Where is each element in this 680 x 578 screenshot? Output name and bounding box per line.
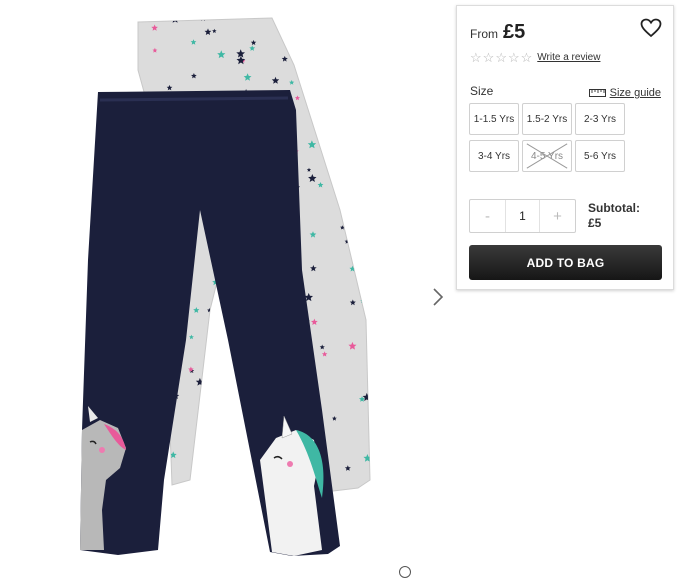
- size-option-2-3[interactable]: 2-3 Yrs: [575, 103, 625, 135]
- size-options: 1-1.5 Yrs 1.5-2 Yrs 2-3 Yrs 3-4 Yrs 4-5 …: [469, 103, 625, 172]
- chevron-right-icon[interactable]: [428, 286, 448, 308]
- star-outline-icon: ☆: [507, 50, 520, 65]
- size-option-1.5-2[interactable]: 1.5-2 Yrs: [522, 103, 572, 135]
- price-prefix: From: [470, 27, 498, 41]
- subtotal-value: £5: [588, 216, 602, 230]
- quantity-increase-button[interactable]: +: [540, 200, 575, 232]
- write-review-link[interactable]: Write a review: [537, 52, 600, 63]
- add-to-bag-button[interactable]: ADD TO BAG: [469, 245, 662, 280]
- quantity-stepper: - 1 +: [469, 199, 576, 233]
- star-rating: ☆ ☆ ☆ ☆ ☆: [470, 51, 532, 64]
- rating-row: ☆ ☆ ☆ ☆ ☆ Write a review: [470, 51, 600, 64]
- size-option-1-1.5[interactable]: 1-1.5 Yrs: [469, 103, 519, 135]
- size-label: Size: [470, 84, 494, 98]
- unavailable-cross-icon: [526, 143, 568, 169]
- quantity-value[interactable]: 1: [505, 200, 540, 232]
- size-option-4-5-unavailable[interactable]: 4-5 Yrs: [522, 140, 572, 172]
- subtotal: Subtotal: £5: [588, 201, 640, 231]
- heart-icon[interactable]: [640, 18, 662, 38]
- size-guide-label: Size guide: [609, 87, 661, 99]
- size-option-5-6[interactable]: 5-6 Yrs: [575, 140, 625, 172]
- quantity-decrease-button[interactable]: -: [470, 200, 505, 232]
- subtotal-label: Subtotal:: [588, 201, 640, 215]
- star-outline-icon: ☆: [495, 50, 507, 65]
- carousel-indicator[interactable]: [399, 566, 411, 578]
- purchase-panel: From £5 ☆ ☆ ☆ ☆ ☆ Write a review Size Si…: [456, 5, 674, 290]
- product-image: [60, 10, 380, 560]
- price: £5: [503, 21, 526, 43]
- price-row: From £5: [470, 21, 525, 44]
- ruler-icon: [588, 89, 606, 97]
- size-option-3-4[interactable]: 3-4 Yrs: [469, 140, 519, 172]
- size-guide-link[interactable]: Size guide: [588, 87, 661, 99]
- star-outline-icon: ☆: [520, 50, 533, 65]
- star-outline-icon: ☆: [470, 50, 482, 65]
- star-outline-icon: ☆: [482, 50, 495, 65]
